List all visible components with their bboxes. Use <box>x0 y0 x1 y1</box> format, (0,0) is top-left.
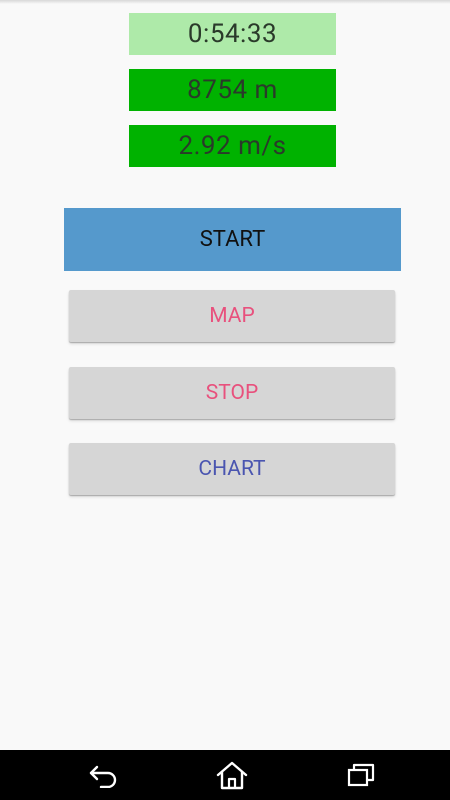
status-bar-shadow <box>0 0 450 4</box>
map-button[interactable]: MAP <box>69 290 395 342</box>
chart-button[interactable]: CHART <box>69 443 395 495</box>
distance-display: 8754 m <box>129 69 336 111</box>
elapsed-time-display: 0:54:33 <box>129 13 336 55</box>
stop-button[interactable]: STOP <box>69 367 395 419</box>
back-icon[interactable] <box>54 750 154 800</box>
navigation-bar <box>0 750 450 800</box>
recent-apps-icon[interactable] <box>311 750 411 800</box>
speed-display: 2.92 m/s <box>129 125 336 167</box>
home-icon[interactable] <box>182 750 282 800</box>
start-button[interactable]: START <box>64 208 401 271</box>
